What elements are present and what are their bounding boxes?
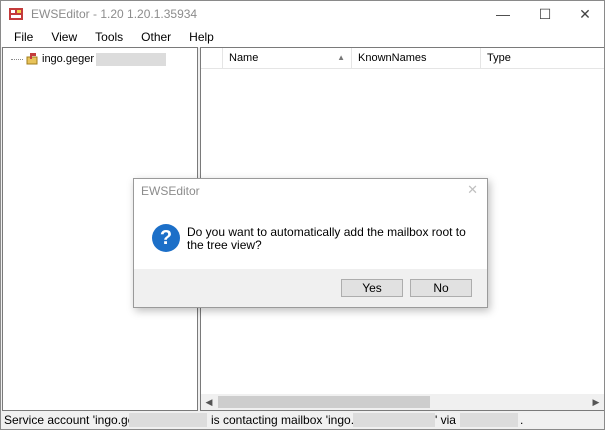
column-label: KnownNames (358, 52, 427, 64)
horizontal-scrollbar[interactable]: ◀ ▶ (201, 394, 604, 410)
dialog-message: Do you want to automatically add the mai… (187, 225, 466, 252)
menu-help[interactable]: Help (180, 27, 223, 47)
column-label: Type (487, 52, 511, 64)
mailbox-icon (26, 53, 38, 65)
title-bar[interactable]: EWSEditor - 1.20 1.20.1.35934 — ☐ ✕ (1, 1, 604, 27)
confirm-dialog: EWSEditor ✕ ? Do you want to automatical… (133, 178, 488, 308)
menu-bar: File View Tools Other Help (1, 27, 604, 47)
list-header: Name ▲ KnownNames Type (201, 48, 604, 69)
no-button[interactable]: No (410, 279, 472, 297)
minimize-button[interactable]: — (483, 1, 523, 27)
status-text-4: . (520, 413, 524, 427)
column-header-name[interactable]: Name ▲ (223, 48, 352, 68)
redacted-text (96, 52, 166, 66)
question-icon: ? (152, 224, 180, 252)
status-text-1: Service account 'ingo.gege (4, 413, 148, 427)
maximize-button[interactable]: ☐ (525, 1, 565, 27)
tree-node-label: ingo.geger (42, 53, 94, 65)
tree-connector (11, 58, 23, 60)
close-button[interactable]: ✕ (565, 1, 604, 27)
dialog-button-row: Yes No (134, 269, 487, 307)
column-header-blank[interactable] (201, 48, 223, 68)
status-text-3: ' via (435, 413, 456, 427)
tree-node-mailbox-root[interactable]: ingo.geger (11, 51, 166, 67)
redacted-text (353, 413, 435, 427)
menu-file[interactable]: File (1, 27, 42, 47)
status-text-2: is contacting mailbox 'ingo.geg (211, 413, 375, 427)
dialog-title: EWSEditor (141, 184, 200, 198)
redacted-text (460, 413, 518, 427)
menu-view[interactable]: View (42, 27, 86, 47)
redacted-text (129, 413, 207, 427)
scroll-right-icon[interactable]: ▶ (588, 394, 604, 410)
yes-button[interactable]: Yes (341, 279, 403, 297)
menu-other[interactable]: Other (132, 27, 180, 47)
menu-tools[interactable]: Tools (86, 27, 132, 47)
sort-ascending-icon: ▲ (337, 53, 345, 62)
column-header-type[interactable]: Type (481, 48, 604, 68)
app-icon (9, 8, 23, 20)
scroll-left-icon[interactable]: ◀ (201, 394, 217, 410)
dialog-close-icon[interactable]: ✕ (467, 182, 478, 198)
window-title: EWSEditor - 1.20 1.20.1.35934 (31, 7, 198, 21)
column-header-knownnames[interactable]: KnownNames (352, 48, 481, 68)
column-label: Name (229, 52, 259, 64)
status-bar: Service account 'ingo.gege is contacting… (1, 411, 604, 429)
scrollbar-thumb[interactable] (218, 396, 430, 408)
